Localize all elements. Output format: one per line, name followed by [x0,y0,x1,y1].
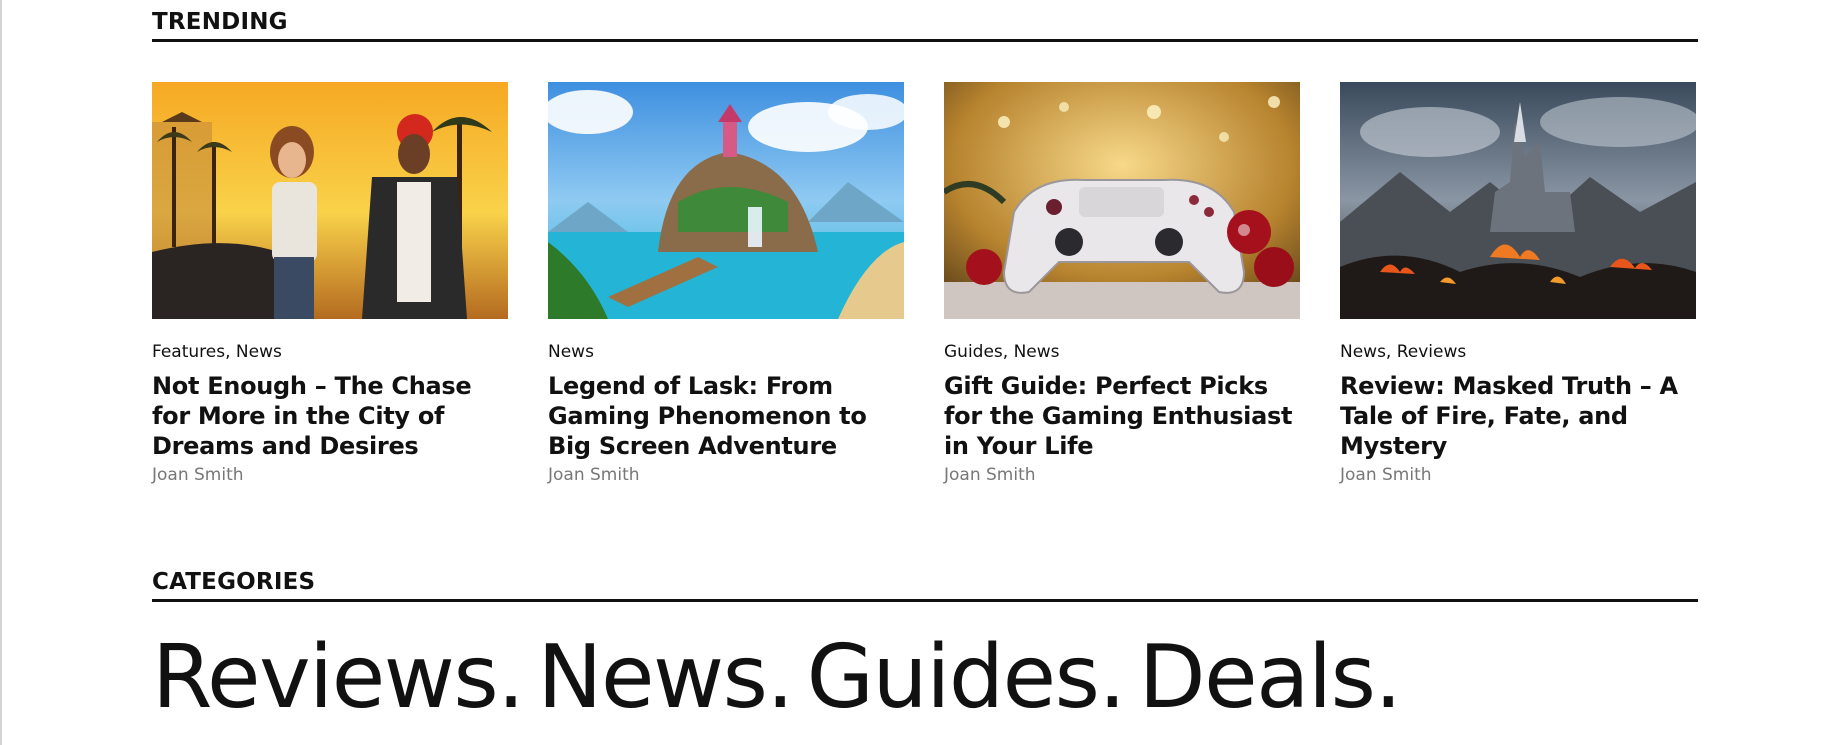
card-author[interactable]: Joan Smith [152,464,508,486]
category-link-news[interactable]: News. [537,631,794,723]
card-title[interactable]: Review: Masked Truth – A Tale of Fire, F… [1340,371,1696,461]
trending-heading: TRENDING [152,11,1698,42]
fantasy-island-image[interactable] [548,82,904,319]
category-link-deals[interactable]: Deals. [1139,631,1402,723]
category-link-reviews[interactable]: Reviews. [152,631,525,723]
card-author[interactable]: Joan Smith [944,464,1300,486]
card-categories[interactable]: News [548,342,904,362]
categories-heading: CATEGORIES [152,571,1698,602]
category-link-guides[interactable]: Guides. [807,631,1126,723]
gamepad-ornaments-image[interactable] [944,82,1300,319]
trending-card[interactable]: Features, News Not Enough – The Chase fo… [152,82,508,486]
card-author[interactable]: Joan Smith [548,464,904,486]
category-links: Reviews. News. Guides. Deals. [152,631,1698,723]
card-title[interactable]: Gift Guide: Perfect Picks for the Gaming… [944,371,1300,461]
card-title[interactable]: Legend of Lask: From Gaming Phenomenon t… [548,371,904,461]
dark-castle-fire-image[interactable] [1340,82,1696,319]
trending-card[interactable]: News Legend of Lask: From Gaming Phenome… [548,82,904,486]
card-categories[interactable]: Features, News [152,342,508,362]
page-edge-line [0,0,2,745]
trending-card[interactable]: News, Reviews Review: Masked Truth – A T… [1340,82,1696,486]
city-duo-image[interactable] [152,82,508,319]
card-categories[interactable]: News, Reviews [1340,342,1696,362]
trending-card[interactable]: Guides, News Gift Guide: Perfect Picks f… [944,82,1300,486]
card-title[interactable]: Not Enough – The Chase for More in the C… [152,371,508,461]
trending-cards: Features, News Not Enough – The Chase fo… [152,82,1698,486]
card-author[interactable]: Joan Smith [1340,464,1696,486]
card-categories[interactable]: Guides, News [944,342,1300,362]
